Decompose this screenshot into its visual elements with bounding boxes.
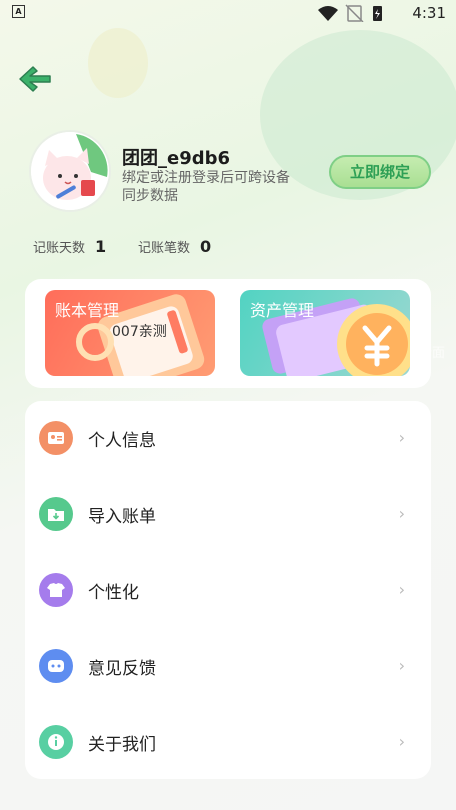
stat-days-value: 1	[95, 237, 107, 256]
stat-records: 记账笔数 0	[138, 237, 211, 256]
ledger-management-title: 账本管理	[55, 301, 120, 320]
stat-days: 记账天数 1	[33, 237, 106, 256]
back-arrow-icon	[19, 66, 51, 92]
menu-item-label: 意见反馈	[88, 659, 156, 679]
status-icons	[318, 4, 398, 26]
battery-icon	[373, 6, 382, 21]
stat-records-label: 记账笔数	[138, 241, 191, 256]
asset-management-tile[interactable]: 资产管理	[240, 290, 410, 376]
chevron-right-icon: ›	[398, 656, 405, 675]
tshirt-icon	[39, 573, 73, 607]
notification-app-icon: A	[12, 5, 25, 18]
ledger-management-tile[interactable]: 账本管理 007亲测	[45, 290, 215, 376]
menu-item-1[interactable]: 导入账单 ›	[25, 476, 431, 552]
id-card-icon	[39, 421, 73, 455]
bind-hint-text: 绑定或注册登录后可跨设备同步数据	[122, 170, 290, 204]
menu-item-3[interactable]: 意见反馈 ›	[25, 628, 431, 704]
chevron-right-icon: ›	[398, 428, 405, 447]
chevron-right-icon: ›	[398, 504, 405, 523]
bind-now-button[interactable]: 立即绑定	[329, 155, 431, 189]
menu-item-label: 关于我们	[88, 735, 156, 755]
stat-records-value: 0	[200, 237, 212, 256]
stat-days-label: 记账天数	[33, 241, 86, 256]
status-bar: A 4:31	[0, 0, 456, 26]
chevron-right-icon: ›	[398, 580, 405, 599]
menu-item-0[interactable]: 个人信息 ›	[25, 400, 431, 476]
chevron-right-icon: ›	[398, 732, 405, 751]
username: 团团_e9db6	[122, 148, 231, 169]
asset-management-title: 资产管理	[250, 301, 315, 320]
no-sim-icon	[345, 4, 364, 23]
avatar[interactable]	[31, 132, 109, 210]
menu-item-4[interactable]: 关于我们 ›	[25, 704, 431, 780]
wifi-icon	[318, 6, 338, 21]
folder-download-icon	[39, 497, 73, 531]
menu-item-label: 个性化	[88, 583, 139, 603]
info-icon	[39, 725, 73, 759]
menu-item-2[interactable]: 个性化 ›	[25, 552, 431, 628]
chat-icon	[39, 649, 73, 683]
menu-item-label: 个人信息	[88, 431, 156, 451]
ledger-extra-text: 007亲测	[112, 324, 167, 340]
menu-item-label: 导入账单	[88, 507, 156, 527]
ghost-overlay-text: 全面	[419, 346, 446, 361]
status-time: 4:31	[412, 4, 446, 22]
back-button[interactable]	[16, 62, 56, 96]
background-coin-blob	[88, 28, 148, 98]
